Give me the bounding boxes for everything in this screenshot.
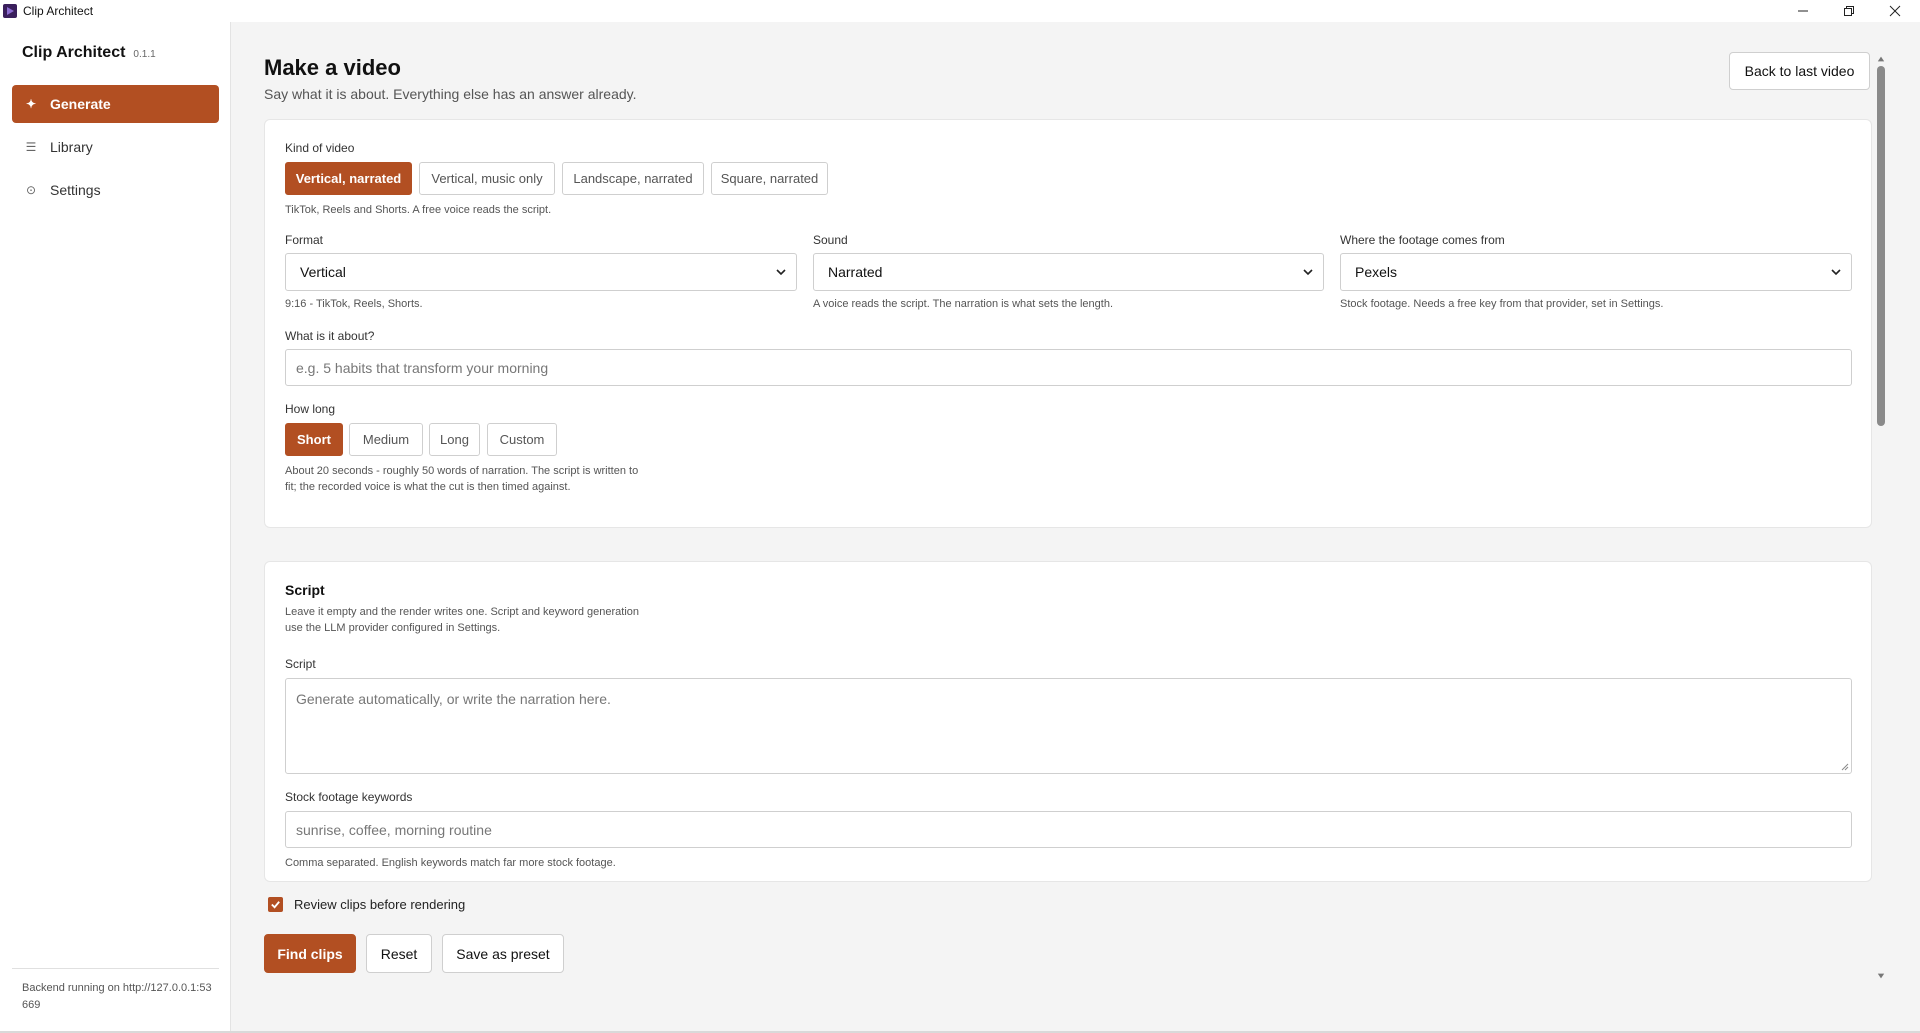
footage-source-select[interactable]: Pexels bbox=[1340, 253, 1852, 291]
keywords-placeholder: sunrise, coffee, morning routine bbox=[296, 821, 492, 838]
kind-option-square-narrated[interactable]: Square, narrated bbox=[711, 162, 828, 195]
sidebar-item-label: Settings bbox=[50, 182, 101, 198]
sparkle-icon: ✦ bbox=[25, 97, 37, 111]
format-hint: 9:16 - TikTok, Reels, Shorts. bbox=[285, 298, 423, 310]
chevron-down-icon bbox=[776, 269, 786, 276]
minimize-icon bbox=[1798, 10, 1808, 12]
back-to-last-video-button[interactable]: Back to last video bbox=[1729, 52, 1870, 90]
kind-option-vertical-narrated[interactable]: Vertical, narrated bbox=[285, 162, 412, 195]
keywords-input[interactable]: sunrise, coffee, morning routine bbox=[285, 811, 1852, 848]
minimize-button[interactable] bbox=[1780, 0, 1826, 22]
kind-of-video-label: Kind of video bbox=[285, 141, 355, 155]
script-description-line-1: Leave it empty and the render writes one… bbox=[285, 606, 640, 618]
review-clips-checkbox[interactable] bbox=[268, 897, 283, 912]
sidebar-item-settings[interactable]: ⊙ Settings bbox=[12, 171, 219, 209]
reset-button[interactable]: Reset bbox=[366, 934, 432, 973]
app-logo-icon bbox=[3, 4, 17, 18]
sound-select[interactable]: Narrated bbox=[813, 253, 1324, 291]
length-option-long[interactable]: Long bbox=[429, 423, 480, 456]
kind-option-landscape-narrated[interactable]: Landscape, narrated bbox=[562, 162, 704, 195]
footage-source-label: Where the footage comes from bbox=[1340, 233, 1505, 247]
length-option-short[interactable]: Short bbox=[285, 423, 343, 456]
backend-status: Backend running on http://127.0.0.1:5366… bbox=[22, 982, 212, 1011]
restore-button[interactable] bbox=[1826, 0, 1872, 22]
sound-label: Sound bbox=[813, 233, 848, 247]
close-icon bbox=[1889, 5, 1901, 17]
find-clips-button[interactable]: Find clips bbox=[264, 934, 356, 973]
sidebar-divider bbox=[12, 968, 219, 969]
sidebar-item-label: Generate bbox=[50, 96, 111, 112]
length-hint-line-2: fit; the recorded voice is what the cut … bbox=[285, 481, 571, 493]
script-textarea[interactable]: Generate automatically, or write the nar… bbox=[285, 678, 1852, 774]
close-button[interactable] bbox=[1872, 0, 1918, 22]
video-settings-card: Kind of video Vertical, narrated Vertica… bbox=[264, 119, 1872, 528]
script-section-title: Script bbox=[285, 582, 325, 598]
script-card: Script Leave it empty and the render wri… bbox=[264, 561, 1872, 882]
scroll-down-button[interactable] bbox=[1876, 971, 1886, 981]
topic-placeholder: e.g. 5 habits that transform your mornin… bbox=[296, 359, 549, 376]
kind-hint: TikTok, Reels and Shorts. A free voice r… bbox=[285, 204, 552, 216]
arrow-down-icon bbox=[1877, 973, 1885, 979]
keywords-hint: Comma separated. English keywords match … bbox=[285, 857, 616, 869]
sound-hint: A voice reads the script. The narration … bbox=[813, 298, 1114, 310]
length-hint-line-1: About 20 seconds - roughly 50 words of n… bbox=[285, 465, 639, 477]
length-label: How long bbox=[285, 402, 336, 416]
format-label: Format bbox=[285, 233, 324, 247]
kind-option-vertical-music-only[interactable]: Vertical, music only bbox=[419, 162, 555, 195]
topic-label: What is it about? bbox=[285, 329, 375, 343]
page-title: Make a video bbox=[264, 55, 401, 80]
gear-icon: ⊙ bbox=[25, 183, 37, 197]
script-label: Script bbox=[285, 657, 316, 671]
list-icon: ☰ bbox=[25, 140, 37, 154]
checkmark-icon bbox=[271, 901, 280, 909]
save-as-preset-button[interactable]: Save as preset bbox=[442, 934, 564, 973]
page-subtitle: Say what it is about. Everything else ha… bbox=[264, 86, 637, 102]
sound-value: Narrated bbox=[828, 264, 883, 280]
keywords-label: Stock footage keywords bbox=[285, 790, 413, 804]
chevron-down-icon bbox=[1303, 269, 1313, 276]
sidebar-item-library[interactable]: ☰ Library bbox=[12, 128, 219, 166]
sidebar-item-generate[interactable]: ✦ Generate bbox=[12, 85, 219, 123]
script-placeholder: Generate automatically, or write the nar… bbox=[296, 691, 611, 707]
format-value: Vertical bbox=[300, 264, 346, 280]
scrollbar-thumb[interactable] bbox=[1877, 66, 1885, 426]
arrow-up-icon bbox=[1877, 56, 1885, 62]
review-clips-label[interactable]: Review clips before rendering bbox=[294, 897, 465, 912]
length-option-custom[interactable]: Custom bbox=[487, 423, 557, 456]
app-version: 0.1.1 bbox=[133, 49, 156, 60]
app-name: Clip Architect bbox=[22, 44, 126, 61]
window-titlebar: Clip Architect bbox=[0, 0, 1920, 22]
resize-grip-icon[interactable] bbox=[1841, 763, 1849, 771]
footage-source-value: Pexels bbox=[1355, 264, 1398, 280]
script-description-line-2: use the LLM provider configured in Setti… bbox=[285, 622, 501, 634]
length-option-medium[interactable]: Medium bbox=[349, 423, 423, 456]
restore-icon bbox=[1844, 6, 1854, 16]
format-select[interactable]: Vertical bbox=[285, 253, 797, 291]
chevron-down-icon bbox=[1831, 269, 1841, 276]
topic-input[interactable]: e.g. 5 habits that transform your mornin… bbox=[285, 349, 1852, 386]
footage-source-hint: Stock footage. Needs a free key from tha… bbox=[1340, 298, 1664, 310]
scroll-up-button[interactable] bbox=[1876, 54, 1886, 64]
sidebar-item-label: Library bbox=[50, 139, 93, 155]
brand: Clip Architect 0.1.1 bbox=[22, 44, 156, 62]
window-title: Clip Architect bbox=[23, 4, 94, 18]
sidebar: Clip Architect 0.1.1 ✦ Generate ☰ Librar… bbox=[0, 22, 231, 1033]
